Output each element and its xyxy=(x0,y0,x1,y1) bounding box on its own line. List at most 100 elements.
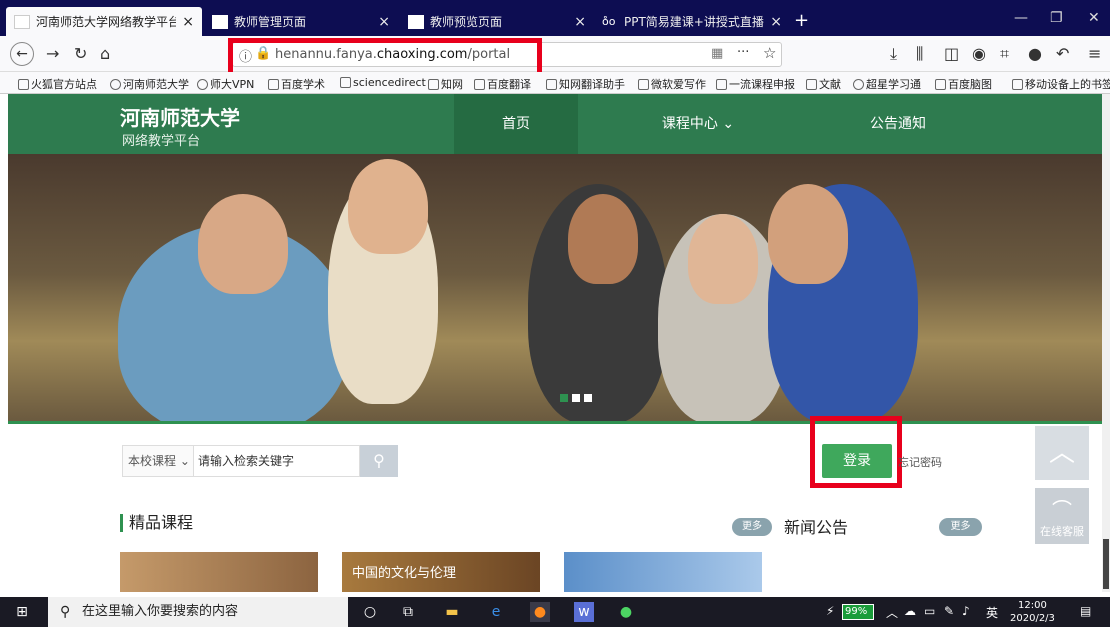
news-more-button[interactable]: 更多 xyxy=(939,518,982,536)
banner-person xyxy=(568,194,638,284)
tab-teacher-manage[interactable]: 教师管理页面 × xyxy=(204,7,398,36)
bookmark-item[interactable]: 超星学习通 xyxy=(853,76,921,92)
nav-toolbar: ← → ↻ ⌂ ⓘ 🔒 henannu.fanya.chaoxing.com/p… xyxy=(0,36,1110,72)
network-icon[interactable]: ▭ xyxy=(924,604,935,618)
pen-icon[interactable]: ✎ xyxy=(944,604,954,618)
forgot-password-link[interactable]: 忘记密码 xyxy=(898,454,942,470)
bookmark-item[interactable]: 微软爱写作 xyxy=(638,76,706,92)
firefox-icon[interactable]: ● xyxy=(530,602,550,622)
chevron-up-icon[interactable]: ︿ xyxy=(886,604,898,621)
account-icon[interactable]: ◉ xyxy=(972,44,986,63)
reload-icon[interactable]: ↻ xyxy=(74,44,87,63)
bookmark-item[interactable]: 知网翻译助手 xyxy=(546,76,625,92)
close-tab-icon[interactable]: × xyxy=(770,14,782,30)
banner-person xyxy=(768,184,848,284)
new-tab-icon[interactable]: + xyxy=(794,10,809,31)
chevron-up-icon: ︿ xyxy=(1048,438,1075,468)
bookmark-star-icon[interactable]: ☆ xyxy=(763,44,776,62)
windows-start-icon[interactable]: ⊞ xyxy=(12,602,32,622)
taskbar-search-placeholder: 在这里输入你要搜索的内容 xyxy=(82,604,239,619)
bookmark-item[interactable]: 火狐官方站点 xyxy=(18,76,97,92)
close-tab-icon[interactable]: × xyxy=(574,14,586,30)
battery-indicator[interactable]: 99% xyxy=(842,604,874,620)
section-title-courses: 精品课程 xyxy=(120,514,193,532)
tab-title: 河南师范大学网络教学平台 xyxy=(36,15,177,29)
restore-icon[interactable]: ❐ xyxy=(1050,10,1063,26)
banner-person xyxy=(688,214,758,304)
bookmark-item[interactable]: 一流课程申报 xyxy=(716,76,795,92)
bookmark-item[interactable]: 移动设备上的书签 xyxy=(1012,76,1110,92)
bookmark-item[interactable]: 河南师范大学 xyxy=(110,76,189,92)
home-icon[interactable]: ⌂ xyxy=(100,44,110,63)
volume-icon[interactable]: ♪ xyxy=(962,604,970,618)
cortana-icon[interactable]: ○ xyxy=(360,602,380,622)
word-app-icon[interactable]: w xyxy=(574,602,594,622)
tab-teacher-preview[interactable]: 教师预览页面 × xyxy=(400,7,594,36)
page-actions-icon[interactable]: ··· xyxy=(737,45,749,60)
site-header: 河南师范大学 网络教学平台 首页 课程中心 ⌄ 公告通知 xyxy=(8,94,1102,154)
login-highlight-box xyxy=(810,416,902,488)
site-logo-title[interactable]: 河南师范大学 xyxy=(120,102,240,131)
close-tab-icon[interactable]: × xyxy=(182,14,194,30)
forward-icon[interactable]: → xyxy=(46,44,59,63)
page-favicon-icon xyxy=(14,14,30,29)
download-icon[interactable]: ⤓ xyxy=(890,44,897,64)
bookmark-item[interactable]: 师大VPN xyxy=(197,76,254,92)
bookmark-item[interactable]: 文献 xyxy=(806,76,841,92)
online-service-button[interactable]: ⌒ 在线客服 xyxy=(1035,488,1089,544)
bookmark-item[interactable]: 知网 xyxy=(428,76,463,92)
course-card[interactable] xyxy=(564,552,762,592)
ime-indicator[interactable]: 英 xyxy=(986,604,998,621)
back-icon[interactable]: ← xyxy=(10,42,34,66)
page-favicon-icon xyxy=(212,14,228,29)
bookmark-item[interactable]: 百度翻译 xyxy=(474,76,531,92)
power-plug-icon[interactable]: ⚡ xyxy=(826,604,834,618)
browser-window: 河南师范大学网络教学平台 × 教师管理页面 × 教师预览页面 × o̊o PPT… xyxy=(0,0,1110,627)
course-title xyxy=(120,552,318,572)
bookmark-item[interactable]: 百度脑图 xyxy=(935,76,992,92)
close-tab-icon[interactable]: × xyxy=(378,14,390,30)
carousel-dot[interactable] xyxy=(584,394,592,402)
page-scrollbar[interactable] xyxy=(1102,94,1110,592)
file-explorer-icon[interactable]: ▬ xyxy=(442,602,462,622)
site-logo-subtitle: 网络教学平台 xyxy=(122,134,201,149)
chaoxing-favicon-icon: o̊o xyxy=(602,14,616,28)
notification-icon[interactable]: ▤ xyxy=(1080,604,1091,618)
back-to-top-button[interactable]: ︿ xyxy=(1035,426,1089,480)
screenshot-icon[interactable]: ⌗ xyxy=(1000,44,1009,64)
course-card[interactable]: 中国的文化与伦理 xyxy=(342,552,540,592)
search-scope-select[interactable]: 本校课程 ⌄ xyxy=(122,445,194,477)
qr-code-icon[interactable]: ▦ xyxy=(711,46,723,61)
tab-ppt-live[interactable]: o̊o PPT简易建课+讲授式直播 - 百 × xyxy=(594,7,790,36)
chat-icon[interactable]: ● xyxy=(1028,44,1042,63)
section-title-news: 新闻公告 xyxy=(784,518,849,537)
bookmark-item[interactable]: sciencedirect xyxy=(340,76,426,89)
library-icon[interactable]: ⫼ xyxy=(916,44,923,64)
taskbar-search[interactable]: ⚲ 在这里输入你要搜索的内容 xyxy=(48,597,348,627)
minimize-icon[interactable]: — xyxy=(1014,10,1028,26)
clock[interactable]: 12:00 2020/2/3 xyxy=(1010,599,1055,625)
menu-icon[interactable]: ≡ xyxy=(1088,44,1101,63)
online-service-label: 在线客服 xyxy=(1040,525,1084,538)
nav-home[interactable]: 首页 xyxy=(454,94,578,154)
wechat-icon[interactable]: ● xyxy=(616,602,636,622)
close-window-icon[interactable]: ✕ xyxy=(1088,10,1100,26)
cloud-icon[interactable]: ☁ xyxy=(904,604,916,618)
search-button[interactable]: ⚲ xyxy=(360,445,398,477)
task-view-icon[interactable]: ⧉ xyxy=(398,602,418,622)
banner-carousel[interactable] xyxy=(8,154,1102,424)
sidebar-icon[interactable]: ◫ xyxy=(944,44,959,63)
course-title xyxy=(564,552,762,572)
course-card[interactable] xyxy=(120,552,318,592)
carousel-dot[interactable] xyxy=(572,394,580,402)
nav-course-center[interactable]: 课程中心 ⌄ xyxy=(628,94,768,154)
carousel-dot[interactable] xyxy=(560,394,568,402)
courses-more-button[interactable]: 更多 xyxy=(732,518,772,536)
nav-announcements[interactable]: 公告通知 xyxy=(828,94,968,154)
undo-icon[interactable]: ↶ xyxy=(1056,44,1069,63)
tab-portal[interactable]: 河南师范大学网络教学平台 × xyxy=(6,7,202,36)
edge-icon[interactable]: e xyxy=(486,602,506,622)
search-input[interactable]: 请输入检索关键字 xyxy=(194,445,360,477)
bookmark-item[interactable]: 百度学术 xyxy=(268,76,325,92)
scrollbar-thumb[interactable] xyxy=(1103,539,1109,589)
